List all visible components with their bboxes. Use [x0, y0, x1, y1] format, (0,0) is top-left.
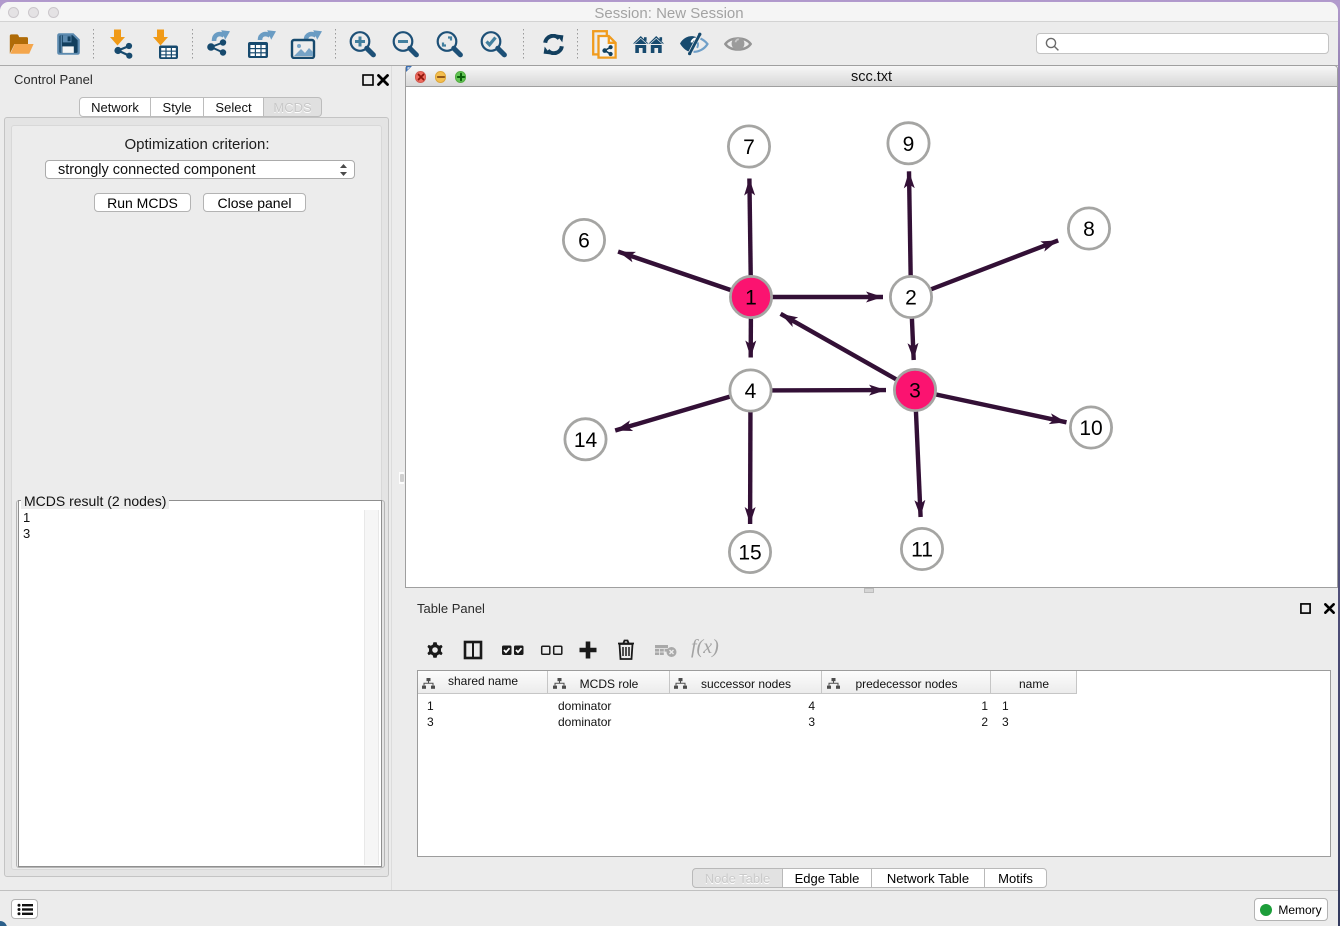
- svg-text:11: 11: [911, 539, 933, 562]
- svg-text:3: 3: [909, 380, 921, 403]
- svg-text:8: 8: [1083, 218, 1095, 241]
- svg-text:7: 7: [743, 136, 755, 159]
- svg-text:15: 15: [738, 542, 761, 565]
- svg-text:14: 14: [574, 429, 598, 452]
- svg-text:1: 1: [745, 287, 757, 310]
- svg-text:6: 6: [578, 230, 590, 253]
- svg-text:2: 2: [905, 287, 917, 310]
- svg-text:10: 10: [1079, 417, 1102, 440]
- svg-text:4: 4: [745, 380, 757, 403]
- svg-text:9: 9: [903, 133, 915, 156]
